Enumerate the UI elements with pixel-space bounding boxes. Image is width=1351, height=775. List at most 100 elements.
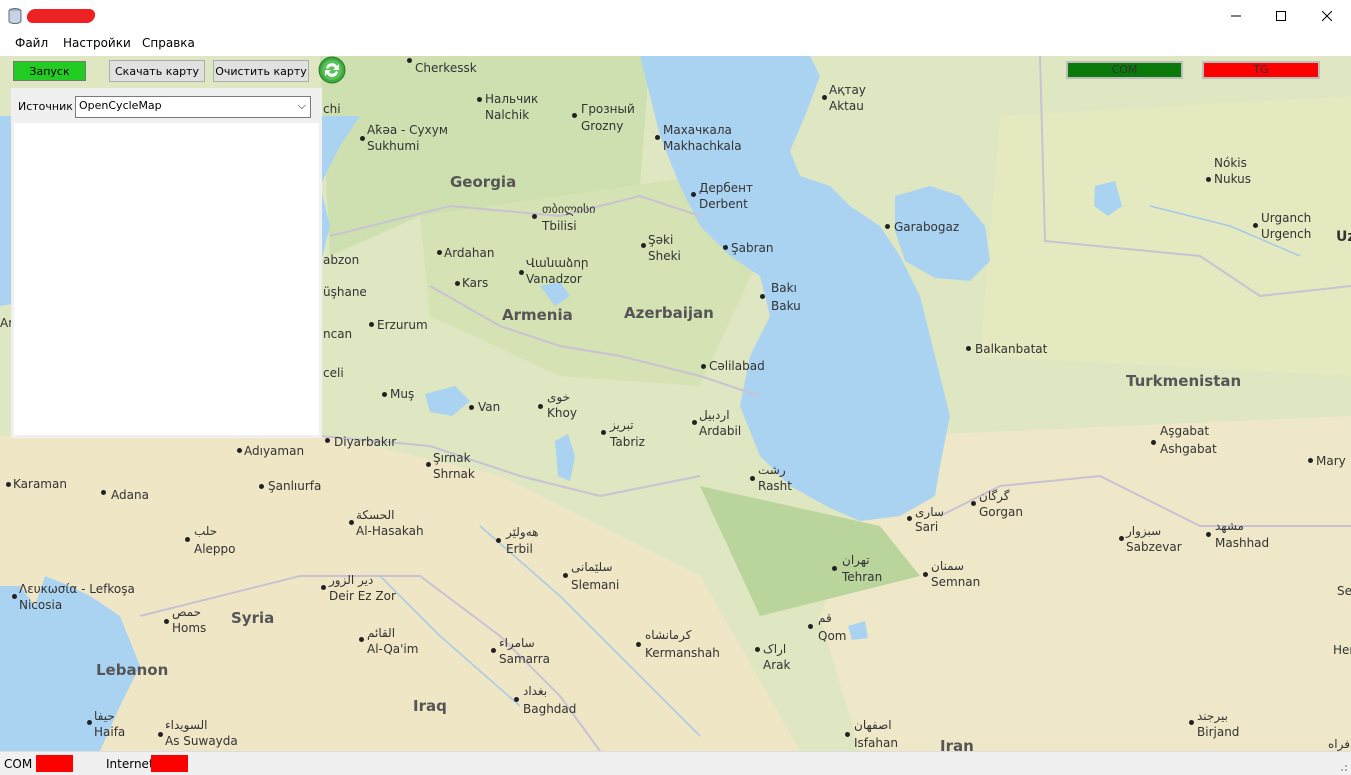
country-label: Lebanon [96, 661, 169, 679]
city-dot [1206, 532, 1211, 537]
menu-bar: Файл Настройки Справка [0, 32, 1351, 56]
city-dot [349, 520, 354, 525]
city-dot [437, 250, 442, 255]
menu-help[interactable]: Справка [142, 36, 195, 50]
com-indicator: COM [1066, 61, 1183, 79]
country-label: Iran [940, 737, 974, 751]
city-label: Грозный [581, 102, 635, 116]
city-dot [369, 322, 374, 327]
city-label: Sheki [648, 249, 681, 263]
city-dot [6, 482, 11, 487]
city-label: کرمانشاه [645, 628, 692, 642]
city-label: ساری [915, 505, 944, 519]
city-dot [563, 573, 568, 578]
city-label: مشهد [1215, 519, 1244, 533]
city-label: تبریز [610, 418, 634, 432]
city-label: Grozny [581, 119, 624, 133]
clear-map-button[interactable]: Очистить карту [213, 60, 309, 82]
database-icon [8, 8, 22, 24]
city-dot [601, 430, 606, 435]
status-internet-label: Internet [106, 757, 154, 771]
city-label: Aşgabat [1160, 424, 1210, 438]
city-dot [692, 420, 697, 425]
city-label: Дербент [699, 181, 753, 195]
city-dot [1189, 720, 1194, 725]
maximize-icon [1276, 11, 1286, 21]
city-label: Վանաձոր [526, 256, 589, 270]
status-com-indicator [36, 755, 73, 772]
city-label: Arak [763, 658, 791, 672]
city-label: Vanadzor [526, 272, 582, 286]
city-label: Kermanshah [645, 646, 720, 660]
city-label: السويداء [165, 718, 208, 732]
city-label: Sukhumi [367, 139, 420, 153]
city-dot [491, 648, 496, 653]
city-label: Samarra [499, 652, 551, 666]
city-label: سامراء [499, 636, 535, 650]
city-dot [382, 392, 387, 397]
city-label: Khoy [547, 406, 577, 420]
source-list[interactable] [14, 123, 319, 435]
city-label: Cəlilabad [709, 359, 765, 373]
refresh-button[interactable] [318, 56, 346, 84]
start-button[interactable]: Запуск [13, 61, 86, 81]
city-label: Sari [915, 520, 939, 534]
city-dot [832, 566, 837, 571]
city-label: abzon [323, 253, 360, 267]
city-label: Kars [462, 276, 489, 290]
city-label: Homs [172, 621, 207, 635]
city-label: Şırnak [433, 451, 471, 465]
city-dot [971, 501, 976, 506]
city-label: Deir Ez Zor [329, 589, 396, 603]
city-dot [514, 697, 519, 702]
city-label: Gorgan [979, 505, 1023, 519]
city-label: Şanlıurfa [268, 479, 322, 493]
city-label: Uz [1336, 229, 1351, 245]
source-select-value: OpenCycleMap [79, 99, 162, 112]
city-label: Нальчик [485, 92, 539, 106]
city-label: Balkanbatat [975, 342, 1048, 356]
city-dot [185, 537, 190, 542]
country-label: Turkmenistan [1126, 372, 1242, 390]
maximize-button[interactable] [1258, 0, 1304, 32]
city-label: Aktau [829, 99, 864, 113]
status-internet-indicator [151, 755, 188, 772]
city-label: Shrnak [433, 467, 475, 481]
resize-grip-icon[interactable] [1336, 760, 1348, 772]
city-label: Aleppo [194, 542, 236, 556]
city-label: Qom [818, 629, 847, 643]
city-label: Karaman [13, 477, 67, 491]
city-label: اردبیل [699, 408, 730, 422]
city-label: حيفا [94, 709, 115, 723]
city-label: اصفهان [854, 718, 892, 732]
country-label: Georgia [450, 173, 517, 191]
city-label: Tbilisi [542, 219, 577, 233]
city-label: As Suwayda [165, 734, 238, 748]
city-label: Diyarbakır [334, 435, 397, 449]
download-map-button[interactable]: Скачать карту [109, 60, 205, 82]
city-label: سبزوار [1126, 524, 1162, 538]
city-label: Ardahan [444, 246, 495, 260]
window-title-redacted [25, 9, 97, 23]
city-label: Derbent [699, 197, 748, 211]
city-label: Nókis [1214, 156, 1247, 170]
city-dot [808, 624, 813, 629]
city-dot [469, 405, 474, 410]
city-label: Bakı [771, 281, 797, 295]
source-select[interactable]: OpenCycleMap ⌵ [75, 96, 311, 118]
city-label: الحسكة [356, 508, 395, 522]
menu-settings[interactable]: Настройки [63, 36, 131, 50]
city-dot [755, 647, 760, 652]
city-label: Şəki [648, 233, 674, 247]
city-dot [750, 476, 755, 481]
city-dot [1308, 458, 1313, 463]
menu-file[interactable]: Файл [15, 36, 48, 50]
city-label: Tehran [842, 570, 883, 584]
close-button[interactable] [1304, 0, 1350, 32]
city-dot [519, 270, 524, 275]
city-label: Ashgabat [1160, 442, 1217, 456]
city-label: Nalchik [485, 108, 530, 122]
minimize-button[interactable] [1213, 0, 1259, 32]
city-label: Van [478, 400, 501, 414]
city-dot [532, 214, 537, 219]
